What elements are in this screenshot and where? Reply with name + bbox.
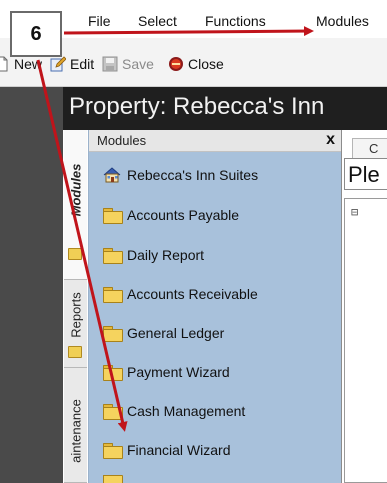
module-item-partial[interactable] <box>103 475 127 483</box>
exit-icon <box>169 57 183 71</box>
modules-panel-header: Modules x <box>89 130 342 152</box>
module-item-cash-management[interactable]: Cash Management <box>103 400 245 422</box>
new-document-icon <box>0 56 8 72</box>
menu-functions[interactable]: Functions <box>205 13 266 29</box>
modules-panel: Modules x Rebecca's Inn Suites Accounts … <box>88 130 342 483</box>
save-label: Save <box>122 56 154 72</box>
folder-icon <box>103 287 123 303</box>
module-label: Cash Management <box>127 403 246 419</box>
folder-icon <box>103 404 123 420</box>
module-item-payment-wizard[interactable]: Payment Wizard <box>103 361 230 383</box>
tab-maintenance[interactable]: aintenance <box>64 368 87 483</box>
module-item-rebeccas-inn-suites[interactable]: Rebecca's Inn Suites <box>103 164 258 186</box>
tab-reports-folder-icon <box>68 346 82 358</box>
menu-select[interactable]: Select <box>138 13 177 29</box>
module-label: Financial Wizard <box>127 442 231 458</box>
module-label: Accounts Payable <box>127 207 240 223</box>
module-label: Payment Wizard <box>127 364 230 380</box>
folder-icon <box>103 443 123 459</box>
menu-file[interactable]: File <box>88 13 111 29</box>
content-tree: ⊟ <box>344 198 387 483</box>
content-area: C Ple ⊟ <box>341 130 387 483</box>
floppy-disk-icon <box>102 56 118 72</box>
tab-maintenance-label: aintenance <box>68 398 83 463</box>
property-title-bar: Property: Rebecca's Inn <box>63 87 387 130</box>
edit-label: Edit <box>70 56 95 72</box>
tab-reports[interactable]: Reports <box>64 280 87 368</box>
tab-modules-folder-icon <box>68 248 82 260</box>
module-label: Rebecca's Inn Suites <box>127 167 259 183</box>
step-number-badge: 6 <box>10 11 62 57</box>
module-label: General Ledger <box>127 325 225 341</box>
tab-modules[interactable]: Modules <box>64 130 87 280</box>
close-button[interactable]: Close <box>168 54 224 74</box>
folder-icon <box>103 208 123 224</box>
modules-panel-title: Modules <box>97 133 147 148</box>
module-item-accounts-receivable[interactable]: Accounts Receivable <box>103 283 258 305</box>
module-item-accounts-payable[interactable]: Accounts Payable <box>103 204 239 226</box>
edit-icon <box>50 56 66 72</box>
new-label: New <box>14 56 43 72</box>
close-icon[interactable]: x <box>326 131 335 149</box>
menu-modules[interactable]: Modules <box>316 13 369 29</box>
left-frame-strip <box>0 87 63 483</box>
property-title: Property: Rebecca's Inn <box>69 93 325 120</box>
tree-collapse-icon[interactable]: ⊟ <box>351 205 358 219</box>
folder-icon <box>103 326 123 342</box>
house-icon <box>103 167 121 183</box>
module-item-financial-wizard[interactable]: Financial Wizard <box>103 439 230 461</box>
tab-modules-label: Modules <box>68 163 83 216</box>
folder-icon <box>103 365 123 381</box>
module-item-daily-report[interactable]: Daily Report <box>103 244 204 266</box>
new-button[interactable]: New <box>0 54 42 74</box>
content-tab[interactable]: C <box>352 138 387 158</box>
save-button[interactable]: Save <box>102 54 154 74</box>
module-item-general-ledger[interactable]: General Ledger <box>103 322 224 344</box>
module-label: Daily Report <box>127 247 205 263</box>
tab-reports-label: Reports <box>68 292 83 338</box>
edit-button[interactable]: Edit <box>50 54 94 74</box>
folder-icon <box>103 475 123 483</box>
content-field[interactable]: Ple <box>344 158 387 190</box>
module-label: Accounts Receivable <box>127 286 258 302</box>
folder-icon <box>103 248 123 264</box>
close-label: Close <box>188 56 224 72</box>
